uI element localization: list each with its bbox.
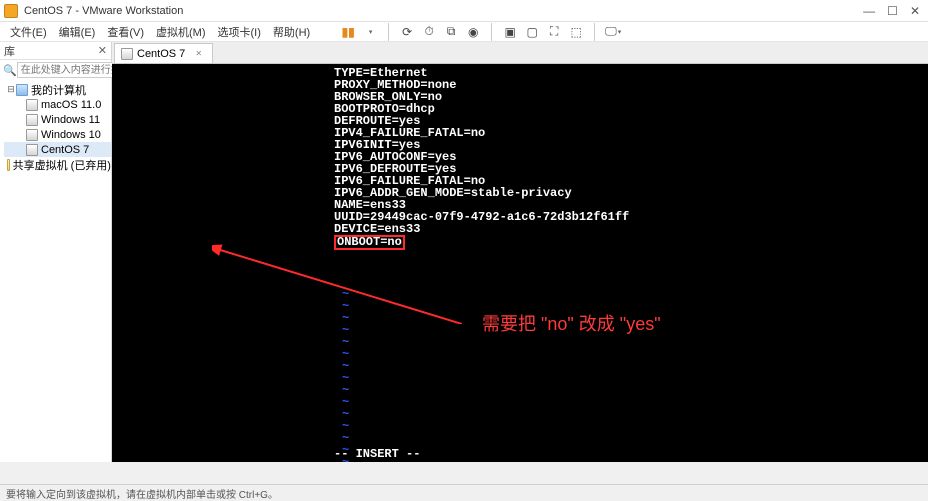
annotation-arrow: [212, 244, 462, 324]
tree-label: Windows 10: [41, 129, 101, 141]
vim-mode-indicator: -- INSERT --: [334, 448, 420, 460]
tree-host[interactable]: ⊟我的计算机: [4, 82, 111, 97]
main-area: 库 ✕ 🔍 ▾ ⊟我的计算机 macOS 11.0 Windows 11 Win…: [0, 42, 928, 462]
terminal-text: TYPE=Ethernet PROXY_METHOD=none BROWSER_…: [334, 67, 928, 247]
tree-vm-centos7[interactable]: CentOS 7: [4, 142, 111, 157]
tree-label: 共享虚拟机 (已弃用): [13, 157, 111, 173]
menu-edit[interactable]: 编辑(E): [55, 22, 100, 42]
tab-close-icon[interactable]: ✕: [195, 49, 202, 58]
cfg-line: DEVICE=ens33: [334, 223, 928, 235]
tree-shared-vms[interactable]: 共享虚拟机 (已弃用): [4, 157, 111, 172]
send-ctrl-alt-del-button[interactable]: ⟳: [397, 22, 417, 42]
window-title: CentOS 7 - VMware Workstation: [24, 5, 863, 17]
menu-tabs[interactable]: 选项卡(I): [214, 22, 265, 42]
cfg-line: BOOTPROTO=dhcp: [334, 103, 928, 115]
power-dropdown[interactable]: [360, 22, 380, 42]
tree-label: CentOS 7: [41, 144, 89, 156]
cfg-line: UUID=29449cac-07f9-4792-a1c6-72d3b12f61f…: [334, 211, 928, 223]
menu-file[interactable]: 文件(E): [6, 22, 51, 42]
fullscreen-button[interactable]: ▣: [500, 22, 520, 42]
menubar: 文件(E) 编辑(E) 查看(V) 虚拟机(M) 选项卡(I) 帮助(H) ▮▮…: [0, 22, 928, 42]
window-controls: — ☐ ✕: [863, 4, 924, 18]
onboot-highlight: ONBOOT=no: [334, 235, 405, 250]
separator: [491, 23, 492, 41]
pause-vm-button[interactable]: ▮▮: [338, 22, 358, 42]
snapshot-button[interactable]: ⏱: [419, 22, 439, 42]
sidebar-close-icon[interactable]: ✕: [98, 44, 107, 57]
revert-button[interactable]: ◉: [463, 22, 483, 42]
devices-dropdown[interactable]: 🖵: [603, 22, 623, 42]
tree-vm-win10[interactable]: Windows 10: [4, 127, 111, 142]
toolbar: ▮▮ ⟳ ⏱ ⧉ ◉ ▣ ▢ ⛶ ⬚ 🖵: [338, 23, 623, 41]
snapshot-manager-button[interactable]: ⧉: [441, 22, 461, 42]
tree-label: Windows 11: [41, 114, 100, 126]
sidebar-header: 库 ✕: [0, 42, 111, 60]
minimize-button[interactable]: —: [863, 4, 875, 18]
annotation-text: 需要把 "no" 改成 "yes": [482, 318, 661, 330]
vm-tree: ⊟我的计算机 macOS 11.0 Windows 11 Windows 10 …: [0, 80, 111, 462]
library-sidebar: 库 ✕ 🔍 ▾ ⊟我的计算机 macOS 11.0 Windows 11 Win…: [0, 42, 112, 462]
cfg-line: IPV4_FAILURE_FATAL=no: [334, 127, 928, 139]
separator: [388, 23, 389, 41]
menu-view[interactable]: 查看(V): [103, 22, 148, 42]
stretch-button[interactable]: ⛶: [544, 22, 564, 42]
statusbar: 要将输入定向到该虚拟机，请在虚拟机内部单击或按 Ctrl+G。: [0, 484, 928, 500]
tree-vm-macos[interactable]: macOS 11.0: [4, 97, 111, 112]
menu-vm[interactable]: 虚拟机(M): [152, 22, 210, 42]
unity-button[interactable]: ▢: [522, 22, 542, 42]
tree-vm-win11[interactable]: Windows 11: [4, 112, 111, 127]
sidebar-search-row: 🔍 ▾: [0, 60, 111, 80]
separator: [594, 23, 595, 41]
close-button[interactable]: ✕: [910, 4, 920, 18]
tree-label: macOS 11.0: [41, 99, 101, 111]
tree-label: 我的计算机: [31, 82, 86, 98]
vmware-app-icon: [4, 4, 18, 18]
status-message: 要将输入定向到该虚拟机，请在虚拟机内部单击或按 Ctrl+G。: [6, 490, 278, 501]
titlebar: CentOS 7 - VMware Workstation — ☐ ✕: [0, 0, 928, 22]
search-icon[interactable]: 🔍: [3, 64, 17, 77]
vm-tabstrip: CentOS 7 ✕: [112, 42, 928, 64]
sidebar-title: 库: [4, 43, 15, 59]
vm-console[interactable]: TYPE=Ethernet PROXY_METHOD=none BROWSER_…: [112, 64, 928, 462]
maximize-button[interactable]: ☐: [887, 4, 898, 18]
tab-centos7[interactable]: CentOS 7 ✕: [114, 43, 213, 63]
vm-icon: [121, 48, 133, 60]
content-area: CentOS 7 ✕ TYPE=Ethernet PROXY_METHOD=no…: [112, 42, 928, 462]
tab-label: CentOS 7: [137, 48, 185, 60]
vim-tilde-column: ~~~~~~~~~~~~~~~~~~~~: [342, 288, 349, 462]
menu-help[interactable]: 帮助(H): [269, 22, 314, 42]
cfg-line: IPV6_ADDR_GEN_MODE=stable-privacy: [334, 187, 928, 199]
view-cycle-button[interactable]: ⬚: [566, 22, 586, 42]
